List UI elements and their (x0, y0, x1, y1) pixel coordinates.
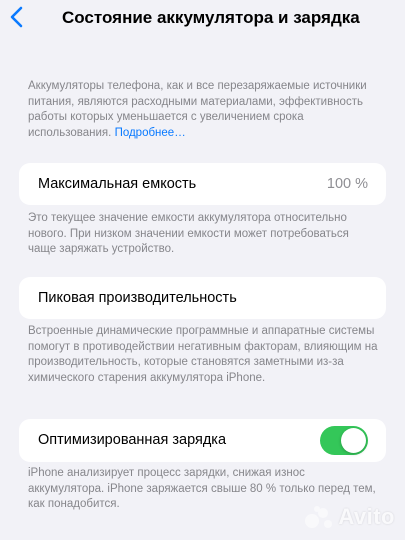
optimized-charging-label: Оптимизированная зарядка (38, 432, 227, 448)
optimized-charging-toggle[interactable] (320, 426, 368, 455)
optimized-charging-row: Оптимизированная зарядка (19, 419, 386, 462)
intro-description: Аккумуляторы телефона, как и все перезар… (28, 79, 378, 141)
avito-watermark-text: Avito (338, 504, 395, 529)
max-capacity-label: Максимальная емкость (38, 176, 197, 192)
toggle-knob (341, 428, 366, 453)
avito-watermark: Avito (304, 504, 395, 530)
back-button[interactable] (6, 4, 30, 30)
max-capacity-value: 100 % (326, 176, 368, 192)
max-capacity-note: Это текущее значение емкости аккумулятор… (28, 212, 349, 255)
avito-logo-icon (305, 506, 333, 528)
chevron-left-icon (10, 6, 23, 28)
intro-text: Аккумуляторы телефона, как и все перезар… (28, 80, 367, 139)
navigation-bar: Состояние аккумулятора и зарядка (0, 0, 405, 36)
peak-performance-note: Встроенные динамические программные и ап… (28, 325, 378, 384)
page-title: Состояние аккумулятора и зарядка (62, 8, 360, 27)
peak-performance-label: Пиковая производительность (38, 290, 237, 306)
peak-performance-row: Пиковая производительность (19, 277, 386, 319)
max-capacity-row: Максимальная емкость 100 % (19, 163, 386, 205)
learn-more-link[interactable]: Подробнее… (115, 127, 186, 139)
